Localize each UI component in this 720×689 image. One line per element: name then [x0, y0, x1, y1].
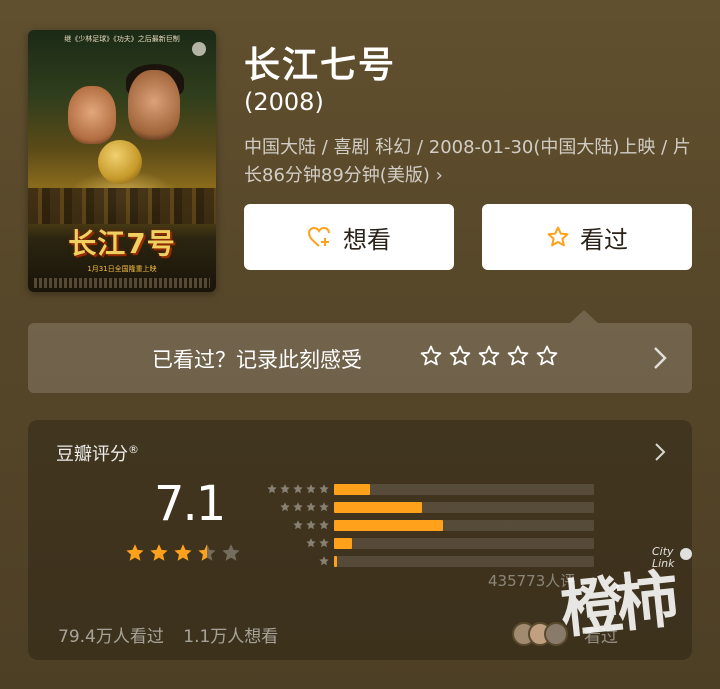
poster-green-ball: [98, 140, 142, 184]
star-outline-icon[interactable]: [534, 344, 560, 368]
seen-button[interactable]: 看过: [482, 204, 692, 270]
distribution-row: [258, 518, 594, 532]
poster-moon: [192, 42, 206, 56]
watermark-link: Link: [652, 557, 675, 570]
star-small-icon: [306, 520, 316, 530]
star-outline-icon: [546, 225, 570, 249]
star-filled-icon: [126, 544, 144, 561]
star-small-icon: [319, 502, 329, 512]
poster-figure-adult: [128, 70, 180, 140]
star-half-icon: [198, 544, 216, 561]
watermark-dot: [680, 548, 692, 560]
rating-score: 7.1: [154, 476, 226, 532]
star-small-icon: [280, 484, 290, 494]
watermark-citylink: City Link: [652, 546, 675, 570]
rating-header-label: 豆瓣评分: [56, 444, 128, 465]
distribution-bar: [334, 538, 353, 549]
star-small-icon: [267, 484, 277, 494]
star-empty-icon: [222, 544, 240, 561]
movie-meta[interactable]: 中国大陆 / 喜剧 科幻 / 2008-01-30(中国大陆)上映 / 片长86…: [244, 134, 696, 190]
poster-tagline: 继《少林足球》《功夫》之后最新巨制: [64, 35, 180, 43]
distribution-track: [334, 520, 594, 531]
seen-button-label: 看过: [580, 225, 628, 254]
distribution-track: [334, 502, 594, 513]
want-button[interactable]: 想看: [244, 204, 454, 270]
want-count: 1.1万人想看: [183, 627, 279, 647]
want-button-label: 想看: [343, 225, 391, 254]
star-small-icon: [319, 538, 329, 548]
movie-year: (2008): [244, 88, 324, 116]
distribution-bar: [334, 484, 371, 495]
record-feeling-bar[interactable]: 已看过？记录此刻感受: [28, 323, 692, 393]
distribution-row: [258, 554, 594, 568]
star-outline-icon[interactable]: [418, 344, 444, 368]
rating-header: 豆瓣评分®: [56, 440, 139, 466]
heart-plus-icon: [307, 225, 333, 249]
star-outline-icon[interactable]: [476, 344, 502, 368]
poster-credits: [34, 278, 210, 288]
star-outline-icon[interactable]: [505, 344, 531, 368]
seen-count: 79.4万人看过: [58, 627, 164, 647]
distribution-track: [334, 484, 594, 495]
distribution-bar: [334, 556, 337, 567]
record-prompt: 已看过？记录此刻感受: [152, 348, 362, 372]
distribution-row: [258, 482, 594, 496]
star-small-icon: [319, 556, 329, 566]
movie-title: 长江七号: [244, 45, 397, 86]
distribution-row: [258, 500, 594, 514]
rate-stars[interactable]: [418, 344, 560, 368]
star-filled-icon: [174, 544, 192, 561]
poster-city: [28, 188, 216, 224]
record-bar-pointer: [570, 310, 598, 323]
star-small-icon: [293, 484, 303, 494]
distribution-stars: [258, 483, 330, 495]
distribution-stars: [258, 537, 330, 549]
distribution-stars: [258, 501, 330, 513]
star-small-icon: [306, 502, 316, 512]
poster-figure-child: [68, 86, 116, 144]
star-outline-icon[interactable]: [447, 344, 473, 368]
poster-title-art: 长江7号: [68, 227, 176, 260]
star-small-icon: [293, 520, 303, 530]
distribution-stars: [258, 555, 330, 567]
registered-mark: ®: [128, 443, 139, 456]
star-small-icon: [293, 502, 303, 512]
distribution-bar: [334, 502, 423, 513]
seen-want-summary: 79.4万人看过 1.1万人想看: [58, 622, 292, 647]
distribution-row: [258, 536, 594, 550]
star-small-icon: [319, 484, 329, 494]
chevron-right-icon[interactable]: [654, 442, 666, 466]
star-filled-icon: [150, 544, 168, 561]
rating-stars: [124, 542, 242, 564]
distribution-bar: [334, 520, 444, 531]
distribution-track: [334, 538, 594, 549]
movie-poster[interactable]: 继《少林足球》《功夫》之后最新巨制 长江7号 1月31日全国隆重上映: [28, 30, 216, 292]
star-small-icon: [280, 502, 290, 512]
star-small-icon: [319, 520, 329, 530]
star-small-icon: [306, 538, 316, 548]
chevron-right-icon[interactable]: [652, 345, 668, 375]
watermark-logo: 橙柿 City Link: [557, 546, 710, 658]
poster-release-line: 1月31日全国隆重上映: [87, 265, 157, 273]
distribution-stars: [258, 519, 330, 531]
star-small-icon: [306, 484, 316, 494]
